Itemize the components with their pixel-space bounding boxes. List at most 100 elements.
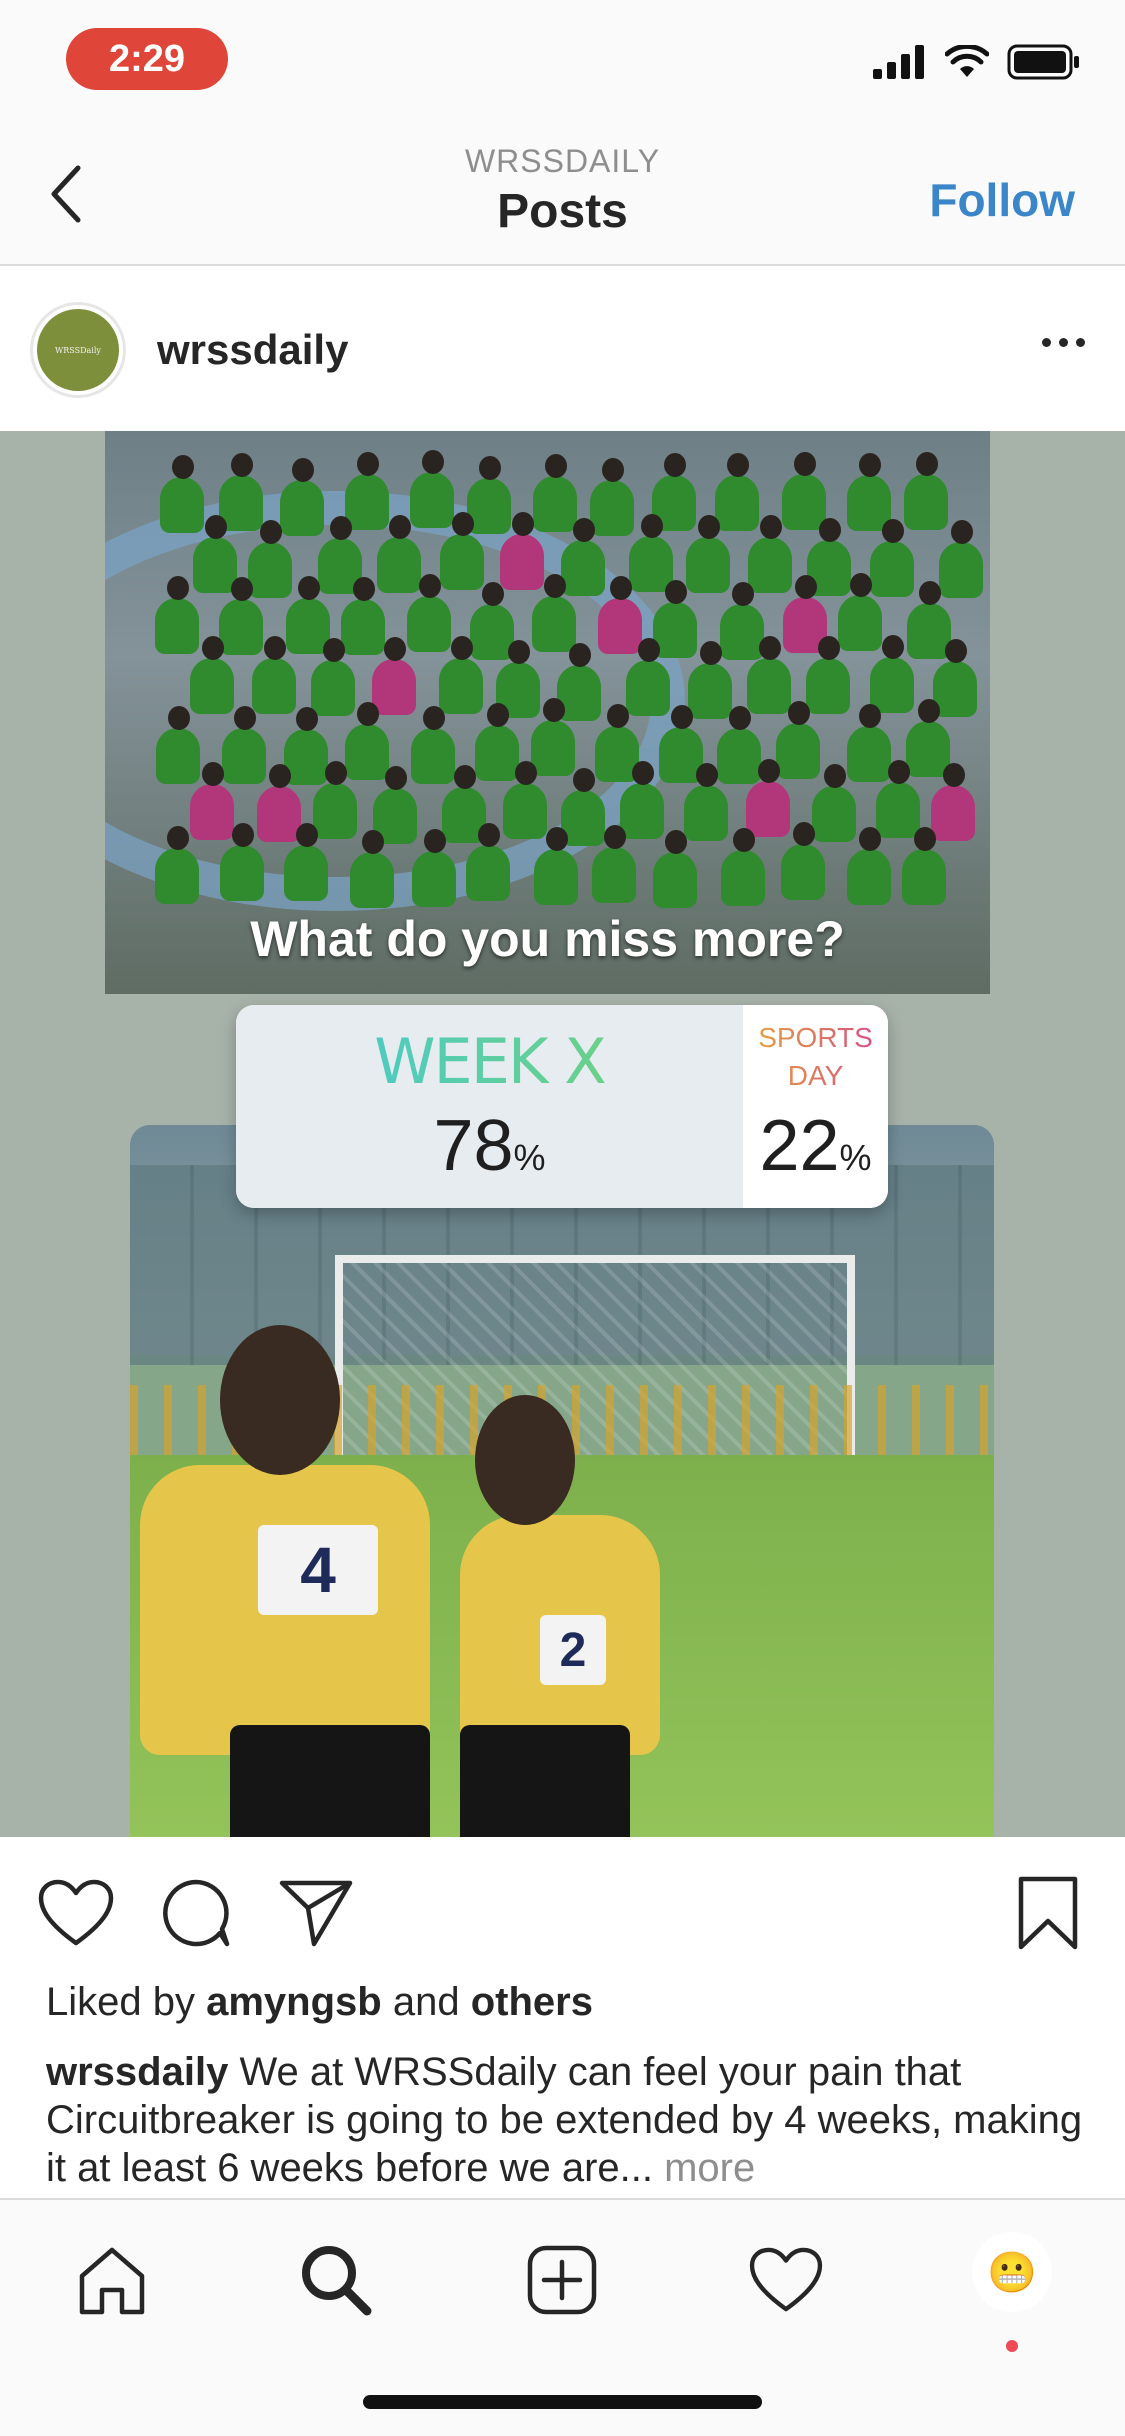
crowd-person xyxy=(155,826,200,905)
crowd-person xyxy=(311,637,356,716)
crowd-person xyxy=(312,760,357,839)
crowd-person xyxy=(377,515,422,594)
crowd-person xyxy=(781,451,826,530)
crowd-person xyxy=(619,760,664,839)
crowd-person xyxy=(247,520,292,599)
crowd-person xyxy=(155,576,200,655)
tab-search[interactable] xyxy=(286,2230,386,2330)
crowd-person xyxy=(465,823,510,902)
tab-home[interactable] xyxy=(62,2230,162,2330)
crowd-person xyxy=(531,697,576,776)
paper-plane-icon xyxy=(279,1880,353,1947)
status-icons xyxy=(873,44,1081,80)
runner-1-shorts xyxy=(230,1725,430,1837)
poll-sticker[interactable]: WEEK X 78% SPORTS DAY 22% xyxy=(236,1005,888,1208)
avatar[interactable]: WRSSDaily xyxy=(30,302,126,398)
bookmark-icon xyxy=(1018,1876,1078,1950)
crowd-person xyxy=(746,759,791,838)
crowd-person xyxy=(905,698,950,777)
crowd-person xyxy=(931,762,976,841)
group-photo: What do you miss more? xyxy=(105,431,990,994)
crowd-person xyxy=(279,457,324,536)
crowd-person xyxy=(469,581,514,660)
crowd-person xyxy=(720,828,765,907)
tab-new-post[interactable] xyxy=(512,2230,612,2330)
notification-dot xyxy=(1006,2340,1018,2352)
crowd-person xyxy=(156,705,201,784)
cellular-signal-icon xyxy=(873,45,924,79)
crowd-person xyxy=(747,515,792,594)
crowd-person xyxy=(531,574,576,653)
status-time[interactable]: 2:29 xyxy=(66,28,228,90)
crowd-person xyxy=(349,830,394,909)
home-indicator[interactable] xyxy=(363,2395,762,2409)
crowd-person xyxy=(688,641,733,720)
crowd-person xyxy=(439,635,484,714)
comment-button[interactable] xyxy=(156,1873,236,1953)
sports-day-photo: 4 2 xyxy=(130,1125,994,1837)
crowd-person xyxy=(775,700,820,779)
crowd-illustration xyxy=(155,449,990,921)
poll-option-label: SPORTS DAY xyxy=(743,1019,888,1095)
post-header: WRSSDaily wrssdaily xyxy=(0,266,1125,431)
crowd-person xyxy=(372,636,417,715)
poll-option-week-x[interactable]: WEEK X 78% xyxy=(236,1005,743,1208)
crowd-person xyxy=(746,635,791,714)
crowd-person xyxy=(876,760,920,839)
likes-summary[interactable]: Liked by amyngsb and others xyxy=(46,1980,593,2025)
crowd-person xyxy=(410,706,455,785)
save-button[interactable] xyxy=(1008,1873,1088,1953)
crowd-person xyxy=(717,705,762,784)
liked-by-user[interactable]: amyngsb xyxy=(206,1980,382,2024)
crowd-person xyxy=(714,453,759,532)
crowd-person xyxy=(685,515,730,594)
poll-option-sports-day[interactable]: SPORTS DAY 22% xyxy=(743,1005,888,1208)
poll-option-label: WEEK X xyxy=(236,1025,743,1098)
tab-activity[interactable] xyxy=(736,2230,836,2330)
crowd-person xyxy=(869,518,914,597)
crowd-person xyxy=(561,517,606,596)
profile-avatar-emoji: 😬 xyxy=(987,2250,1037,2295)
crowd-person xyxy=(341,576,386,655)
tab-profile[interactable]: 😬 xyxy=(972,2232,1052,2312)
caption-more-link[interactable]: more xyxy=(664,2146,755,2190)
crowd-person xyxy=(626,638,671,717)
crowd-person xyxy=(904,452,949,531)
crowd-person xyxy=(503,760,548,839)
wifi-icon xyxy=(945,45,989,77)
post-image[interactable]: What do you miss more? 4 2 WEEK X 78% SP… xyxy=(0,431,1125,1837)
bib-number: 4 xyxy=(258,1525,378,1615)
follow-button[interactable]: Follow xyxy=(929,173,1075,227)
crowd-person xyxy=(412,829,457,908)
crowd-person xyxy=(159,454,204,533)
crowd-person xyxy=(589,458,634,537)
crowd-person xyxy=(652,830,697,909)
liked-by-others[interactable]: others xyxy=(471,1980,593,2024)
heart-icon xyxy=(749,2247,823,2312)
like-button[interactable] xyxy=(36,1873,116,1953)
share-button[interactable] xyxy=(276,1873,356,1953)
crowd-person xyxy=(474,703,519,782)
crowd-person xyxy=(719,581,764,660)
crowd-person xyxy=(812,763,857,842)
caption-username[interactable]: wrssdaily xyxy=(46,2050,228,2094)
post-username[interactable]: wrssdaily xyxy=(157,326,348,374)
crowd-person xyxy=(192,514,237,593)
crowd-person xyxy=(499,511,544,590)
crowd-person xyxy=(283,823,328,902)
more-options-icon[interactable] xyxy=(1042,338,1085,347)
crowd-person xyxy=(220,823,265,902)
crowd-person xyxy=(837,573,882,652)
poll-option-percent: 78% xyxy=(433,1106,546,1186)
poll-option-percent: 22% xyxy=(759,1106,872,1186)
crowd-person xyxy=(846,703,891,782)
crowd-person xyxy=(628,514,673,593)
crowd-person xyxy=(532,453,577,532)
crowd-person xyxy=(902,826,947,905)
status-bar: 2:29 xyxy=(0,0,1125,125)
search-icon xyxy=(302,2246,372,2316)
image-caption: What do you miss more? xyxy=(250,911,845,967)
crowd-person xyxy=(345,451,390,530)
crowd-person xyxy=(467,455,512,534)
crowd-person xyxy=(345,701,390,780)
